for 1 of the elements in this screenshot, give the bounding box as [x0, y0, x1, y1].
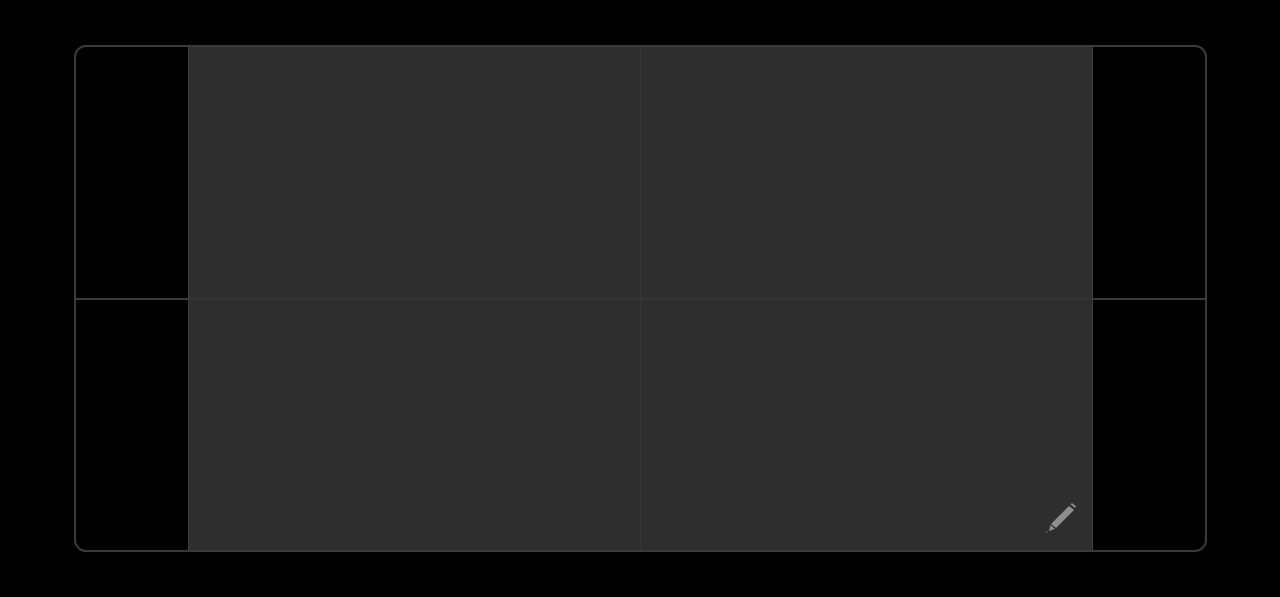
- pencil-icon[interactable]: [1044, 502, 1079, 534]
